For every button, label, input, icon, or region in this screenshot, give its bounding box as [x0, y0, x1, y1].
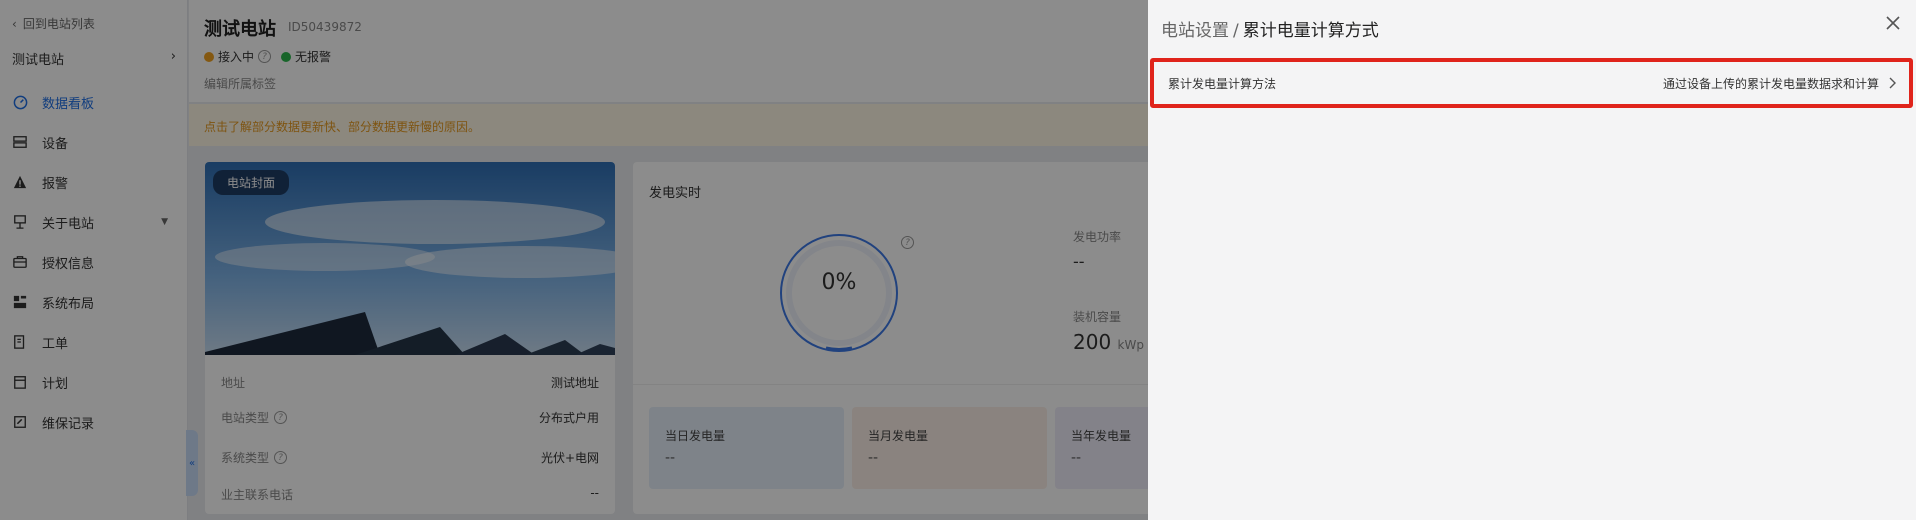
calc-method-value: 通过设备上传的累计发电量数据求和计算 [1662, 76, 1879, 91]
drawer-title: 电站设置 / 累计电量计算方式 [1161, 16, 1379, 41]
settings-drawer: 电站设置 / 累计电量计算方式 累计发电量计算方法 通过设备上传的累计发电量数据求和… [1148, 0, 1916, 520]
breadcrumb-parent[interactable]: 电站设置 [1161, 21, 1229, 41]
breadcrumb-current: 累计电量计算方式 [1242, 21, 1379, 41]
calc-method-row[interactable]: 累计发电量计算方法 通过设备上传的累计发电量数据求和计算 [1150, 58, 1913, 108]
breadcrumb-separator: / [1233, 21, 1239, 41]
calc-method-label: 累计发电量计算方法 [1168, 76, 1277, 91]
chevron-right-icon [1889, 77, 1896, 89]
close-icon[interactable] [1884, 14, 1902, 32]
calc-method-value-wrap: 通过设备上传的累计发电量数据求和计算 [1663, 75, 1897, 92]
